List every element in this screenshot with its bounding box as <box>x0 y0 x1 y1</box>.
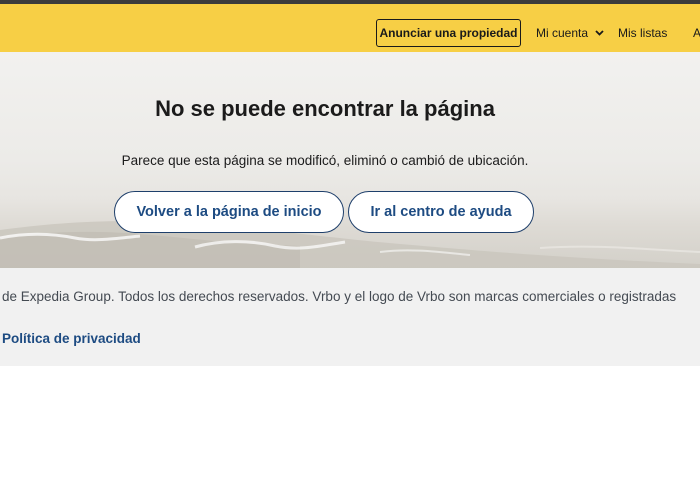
page-title: No se puede encontrar la página <box>155 96 495 121</box>
list-property-button[interactable]: Anunciar una propiedad <box>376 19 521 47</box>
header-nav-item-cut-off[interactable]: A <box>693 26 700 40</box>
error-message: Parece que esta página se modificó, elim… <box>121 153 529 168</box>
account-menu[interactable]: Mi cuenta <box>536 26 604 40</box>
privacy-policy-link[interactable]: Política de privacidad <box>2 331 141 346</box>
site-header: Anunciar una propiedad Mi cuenta Mis lis… <box>0 4 700 52</box>
help-center-button[interactable]: Ir al centro de ayuda <box>348 191 534 233</box>
copyright-text: de Expedia Group. Todos los derechos res… <box>2 289 677 304</box>
back-to-home-button[interactable]: Volver a la página de inicio <box>114 191 344 233</box>
account-label: Mi cuenta <box>536 26 589 40</box>
site-footer: de Expedia Group. Todos los derechos res… <box>0 268 700 366</box>
chevron-down-icon <box>595 30 604 36</box>
error-hero: No se puede encontrar la página Parece q… <box>0 52 700 268</box>
my-lists-link[interactable]: Mis listas <box>618 26 667 40</box>
